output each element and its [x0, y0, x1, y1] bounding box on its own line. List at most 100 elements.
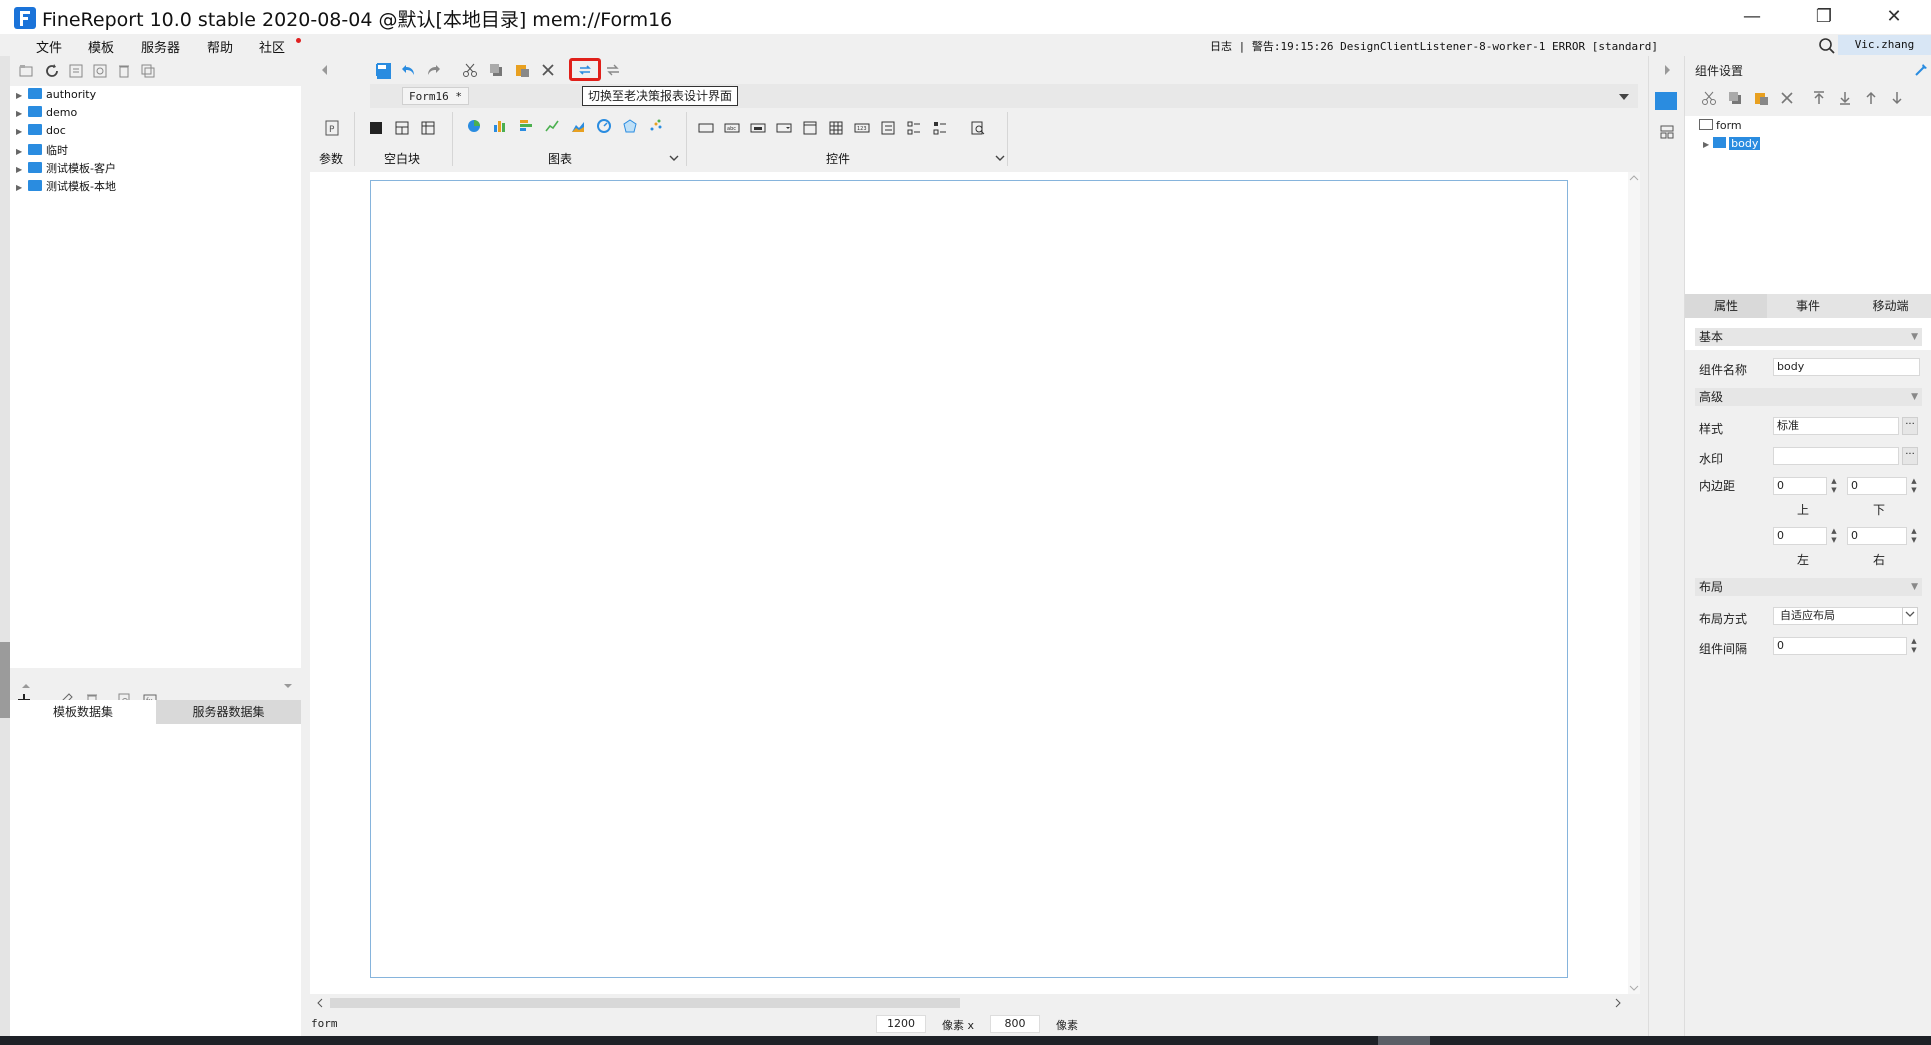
maximize-button[interactable]: ❐	[1802, 4, 1846, 30]
menu-template[interactable]: 模板	[88, 37, 114, 56]
bar-chart-icon[interactable]	[492, 118, 508, 134]
button-widget-icon[interactable]	[750, 120, 766, 136]
absolute-block-icon[interactable]	[368, 120, 384, 136]
chart-more-chevron-icon[interactable]	[666, 150, 682, 166]
scroll-left-icon[interactable]	[312, 995, 328, 1011]
log-status[interactable]: 日志 | 警告:19:15:26 DesignClientListener-8-…	[1210, 38, 1658, 54]
parameter-icon[interactable]: P	[324, 120, 340, 136]
tree-item[interactable]: ▶ 临时	[16, 142, 68, 158]
report-block-icon[interactable]	[420, 120, 436, 136]
pin-icon[interactable]	[1913, 62, 1929, 78]
tab-form16[interactable]: Form16 *	[402, 87, 469, 105]
padding-left-input[interactable]: 0	[1773, 527, 1827, 545]
horizontal-scroll-thumb[interactable]	[330, 998, 960, 1008]
menu-server[interactable]: 服务器	[141, 37, 180, 56]
pie-chart-icon[interactable]	[466, 118, 482, 134]
section-layout[interactable]: 布局 ▼	[1695, 578, 1922, 596]
delete-icon[interactable]	[540, 62, 556, 78]
paste-icon[interactable]	[514, 62, 530, 78]
table-widget-icon[interactable]	[828, 120, 844, 136]
scroll-up-icon[interactable]	[1626, 170, 1642, 186]
undo-icon[interactable]	[400, 62, 416, 78]
expand-right-icon[interactable]	[1659, 62, 1675, 78]
radar-chart-icon[interactable]	[622, 118, 638, 134]
tree-node-body[interactable]: ▶ body	[1703, 137, 1761, 150]
copy-icon[interactable]	[140, 63, 156, 79]
padding-top-stepper[interactable]: ▲ ▼	[1829, 477, 1839, 495]
locate-icon[interactable]	[68, 63, 84, 79]
canvas-width-input[interactable]: 1200	[876, 1015, 926, 1033]
component-gap-input[interactable]: 0	[1773, 637, 1907, 655]
tab-properties[interactable]: 属性	[1685, 294, 1767, 318]
move-bottom-icon[interactable]	[1837, 90, 1853, 106]
layout-mode-dropdown[interactable]	[1902, 607, 1918, 625]
tree-item[interactable]: ▶ 测试模板-本地	[16, 178, 116, 194]
move-top-icon[interactable]	[1811, 90, 1827, 106]
tab-events[interactable]: 事件	[1767, 294, 1849, 318]
scroll-right-icon[interactable]	[1610, 995, 1626, 1011]
paste-icon[interactable]	[1753, 90, 1769, 106]
search-widget-icon[interactable]	[970, 120, 986, 136]
menu-help[interactable]: 帮助	[207, 37, 233, 56]
move-down-icon[interactable]	[1889, 90, 1905, 106]
tab-mobile[interactable]: 移动端	[1849, 294, 1931, 318]
menu-file[interactable]: 文件	[36, 37, 62, 56]
left-strip-handle[interactable]	[0, 642, 10, 718]
copy-icon[interactable]	[1727, 90, 1743, 106]
date-widget-icon[interactable]	[802, 120, 818, 136]
collapse-left-icon[interactable]	[317, 62, 333, 78]
scroll-down-icon[interactable]	[1626, 980, 1642, 996]
minimize-button[interactable]: —	[1730, 4, 1774, 30]
settings-icon[interactable]	[92, 63, 108, 79]
watermark-more-button[interactable]: ···	[1902, 447, 1918, 465]
padding-right-stepper[interactable]: ▲ ▼	[1909, 527, 1919, 545]
close-window-button[interactable]: ✕	[1872, 4, 1916, 30]
tree-node-form[interactable]: form	[1699, 119, 1742, 132]
vertical-scrollbar[interactable]	[1628, 172, 1640, 994]
canvas-height-input[interactable]: 800	[990, 1015, 1040, 1033]
tree-widget-icon[interactable]	[932, 120, 948, 136]
widget-library-icon[interactable]	[1659, 124, 1675, 140]
tab-template-datasets[interactable]: 模板数据集	[10, 700, 156, 724]
scatter-chart-icon[interactable]	[648, 118, 664, 134]
layout-mode-select[interactable]: 自适应布局	[1773, 607, 1903, 625]
style-more-button[interactable]: ···	[1902, 417, 1918, 435]
padding-right-input[interactable]: 0	[1847, 527, 1907, 545]
refresh-icon[interactable]	[44, 63, 60, 79]
tab-block-icon[interactable]	[394, 120, 410, 136]
section-basic[interactable]: 基本 ▼	[1695, 328, 1922, 346]
padding-left-stepper[interactable]: ▲ ▼	[1829, 527, 1839, 545]
style-field[interactable]: 标准	[1773, 417, 1899, 435]
search-icon[interactable]	[1818, 37, 1836, 55]
delete-icon[interactable]	[1779, 90, 1795, 106]
menu-community[interactable]: 社区	[259, 37, 285, 56]
component-gap-stepper[interactable]: ▲ ▼	[1909, 637, 1919, 655]
splitter-down-icon[interactable]	[280, 678, 296, 694]
move-up-icon[interactable]	[1863, 90, 1879, 106]
control-more-chevron-icon[interactable]	[992, 150, 1008, 166]
horizontal-bar-chart-icon[interactable]	[518, 118, 534, 134]
tree-item[interactable]: ▶ authority	[16, 88, 96, 104]
padding-bottom-input[interactable]: 0	[1847, 477, 1907, 495]
area-chart-icon[interactable]	[570, 118, 586, 134]
watermark-field[interactable]	[1773, 447, 1899, 465]
text-field-widget-icon[interactable]: abc	[724, 120, 740, 136]
list-widget-icon[interactable]	[880, 120, 896, 136]
user-account[interactable]: Vic.zhang	[1838, 35, 1931, 55]
transfer-icon[interactable]	[605, 62, 621, 78]
delete-icon[interactable]	[116, 63, 132, 79]
component-settings-tab[interactable]	[1655, 92, 1677, 110]
form-body-canvas[interactable]	[370, 180, 1568, 978]
tab-list-icon[interactable]	[1616, 88, 1632, 104]
redo-icon[interactable]	[426, 62, 442, 78]
cut-icon[interactable]	[1701, 90, 1717, 106]
label-widget-icon[interactable]	[698, 120, 714, 136]
line-chart-icon[interactable]	[544, 118, 560, 134]
padding-top-input[interactable]: 0	[1773, 477, 1827, 495]
number-widget-icon[interactable]: 123	[854, 120, 870, 136]
padding-bottom-stepper[interactable]: ▲ ▼	[1909, 477, 1919, 495]
tree-item[interactable]: ▶ doc	[16, 124, 66, 140]
gauge-chart-icon[interactable]	[596, 118, 612, 134]
section-advanced[interactable]: 高级 ▼	[1695, 388, 1922, 406]
tab-server-datasets[interactable]: 服务器数据集	[156, 700, 301, 724]
